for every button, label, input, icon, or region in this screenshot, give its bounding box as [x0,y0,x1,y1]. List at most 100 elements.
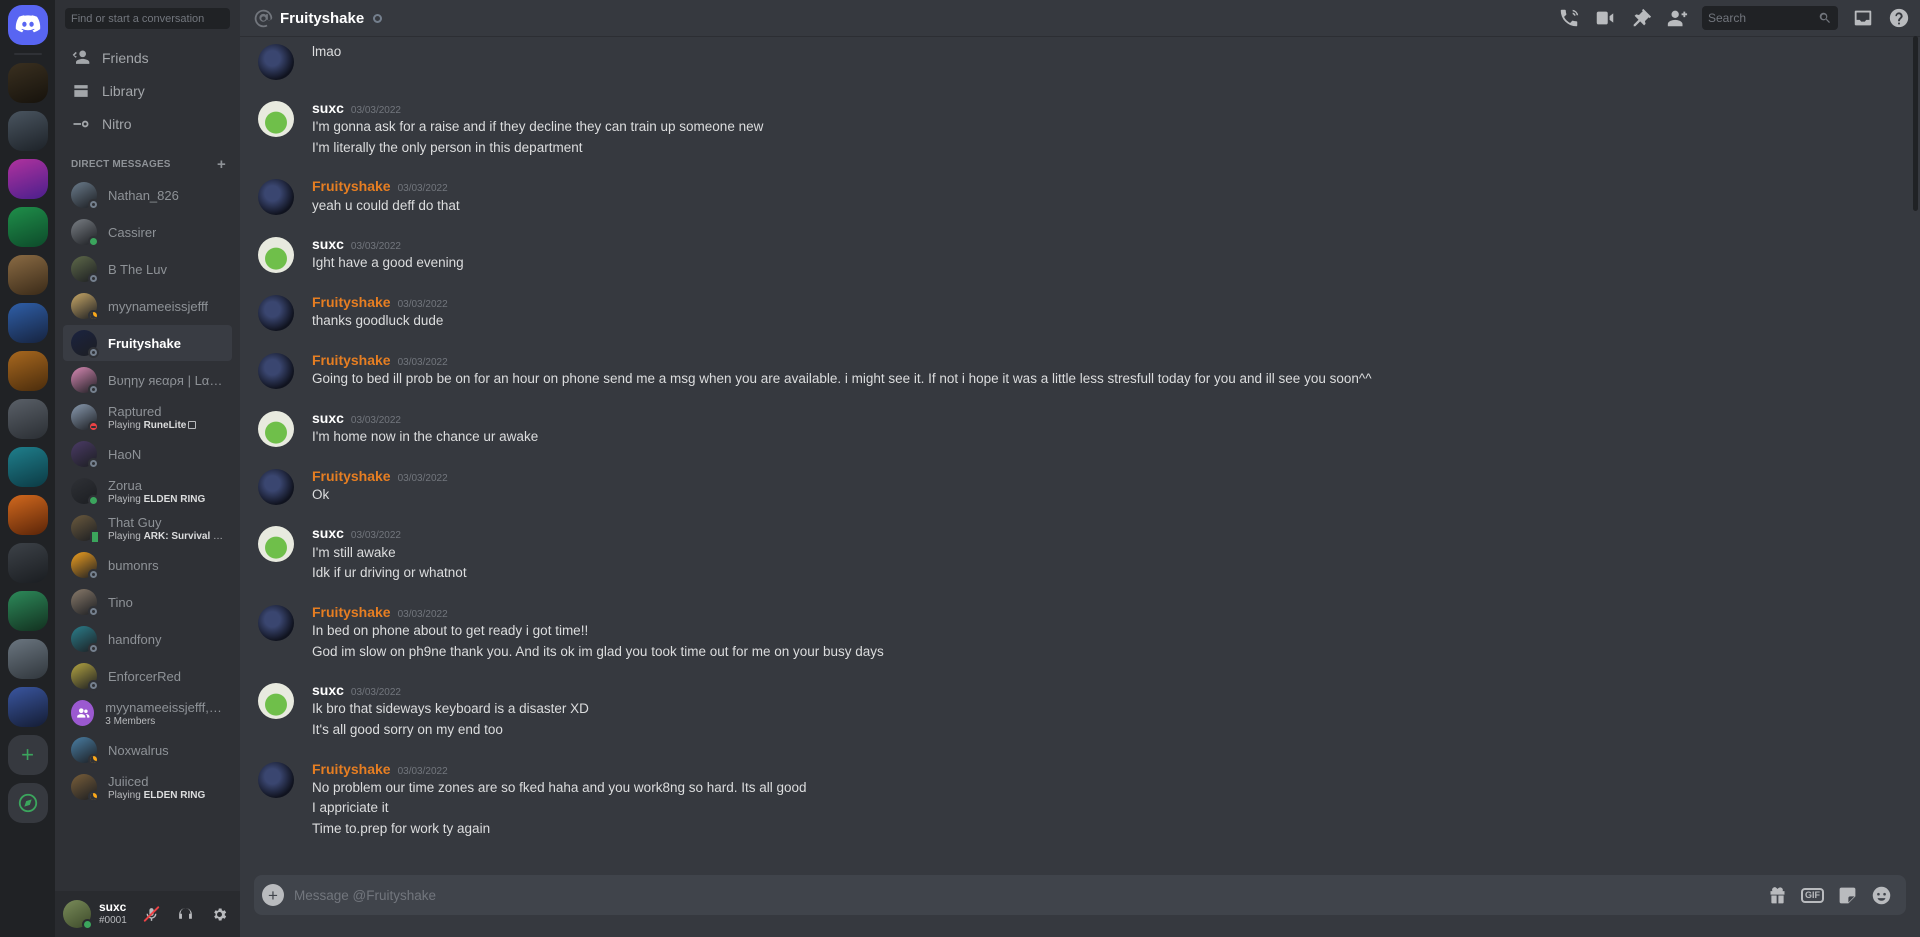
dm-list-scroll[interactable]: Friends Library Nitro DIRECT MESSAGES + … [55,36,240,891]
message-list[interactable]: lmao suxc 03/03/2022 I'm gonna ask for a ra… [240,36,1920,875]
message-author[interactable]: Fruityshake [312,603,391,621]
message-text: Ok [312,486,330,502]
message-author[interactable]: suxc [312,235,344,253]
message-author[interactable]: Fruityshake [312,467,391,485]
server-icon-portrait[interactable] [7,111,48,151]
message-author[interactable]: suxc [312,681,344,699]
dm-list-item[interactable]: Fruityshake [63,325,232,361]
dm-list-item[interactable]: EnforcerRed [63,658,232,694]
start-voice-call-button[interactable] [1558,7,1580,29]
dm-list-item[interactable]: B The Luv [63,251,232,287]
server-icon-blue[interactable] [7,303,48,343]
dm-list-item[interactable]: That GuyPlaying ARK: Survival Evolved [63,510,232,546]
dm-list-item[interactable]: Bυηηy яєαρя | Lαηɗ ɑ... [63,362,232,398]
server-icon-scene[interactable] [7,639,48,679]
server-icon-w[interactable] [7,159,48,199]
server-icon-fortnite[interactable] [7,687,48,727]
message-avatar[interactable] [258,101,294,137]
message-avatar[interactable] [258,352,294,389]
sidebar-item-nitro[interactable]: Nitro [63,108,232,140]
dm-list-item[interactable]: myynameeissjefff, bu...3 Members [63,695,232,731]
search-box[interactable] [1702,6,1838,30]
message-body: Fruityshake 03/03/2022 thanks goodluck dud… [312,293,1872,332]
sidebar-item-friends[interactable]: Friends [63,42,232,74]
current-user-avatar[interactable] [63,900,93,930]
server-icon-world[interactable] [7,351,48,391]
dm-list-item[interactable]: Cassirer [63,214,232,250]
server-icon-monkey[interactable] [7,255,48,295]
dm-list-item[interactable]: Zorua Playing ELDEN RING [63,473,232,509]
server-icon-pet[interactable] [7,207,48,247]
channel-header: Fruityshake [240,0,1920,36]
message-body: suxc 03/03/2022 Ik bro that sideways keybo… [312,681,1872,740]
message-composer[interactable]: + GIF [254,875,1906,915]
dm-name: Zorua [108,477,142,493]
emoji-button[interactable] [1871,885,1892,906]
message-author[interactable]: suxc [312,99,344,117]
dm-list-item[interactable]: Nathan_826 [63,177,232,213]
server-icon-gray[interactable] [7,399,48,439]
message-text: thanks goodluck dude [312,313,444,329]
message-author[interactable]: Fruityshake [312,293,391,311]
server-icon-knight[interactable] [7,63,48,103]
message-avatar[interactable] [258,295,294,332]
inbox-button[interactable] [1852,7,1874,29]
server-icon-teal[interactable] [7,447,48,487]
message-input[interactable] [294,887,1757,903]
sticker-button[interactable] [1837,885,1858,906]
search-input[interactable] [1708,11,1818,25]
discord-logo-icon [15,15,40,33]
dm-list-item[interactable]: handfony [63,621,232,657]
dm-avatar [71,293,99,321]
message-avatar[interactable] [258,761,294,798]
pinned-messages-button[interactable] [1630,7,1652,29]
message-avatar-column [240,681,312,740]
add-server-button[interactable]: + [7,735,48,775]
message-header: Fruityshake 03/03/2022 [312,293,1872,311]
message-avatar[interactable] [258,468,294,505]
start-video-call-button[interactable] [1594,7,1616,29]
current-user-status [82,919,93,930]
current-user-info: suxc #0001 [99,901,130,927]
dm-list-item[interactable]: HaoN [63,436,232,472]
message-scrollbar[interactable] [1913,36,1918,211]
message-author[interactable]: suxc [312,409,344,427]
dm-list-item[interactable]: bumonrs [63,547,232,583]
status-indicator-offline [88,458,99,469]
server-icon-orange[interactable] [7,495,48,535]
explore-servers-button[interactable] [7,783,48,823]
attach-file-button[interactable]: + [262,884,284,906]
dm-list-item[interactable]: Raptured Playing RuneLite [63,399,232,435]
message-avatar[interactable] [258,604,294,641]
dm-list-item[interactable]: Juiiced Playing ELDEN RING [63,769,232,805]
gif-button[interactable]: GIF [1801,887,1824,903]
message-avatar[interactable] [258,410,294,447]
dm-list-item[interactable]: Tino [63,584,232,620]
message-avatar[interactable] [258,237,294,274]
message-author[interactable]: suxc [312,524,344,542]
user-settings-button[interactable] [206,901,232,927]
mute-microphone-button[interactable] [138,901,164,927]
home-button[interactable] [7,5,48,45]
dm-list-item[interactable]: Noxwalrus [63,732,232,768]
dm-text: Fruityshake [108,336,181,351]
dm-list-item[interactable]: myynameeissjefff [63,288,232,324]
dm-name: EnforcerRed [108,668,181,684]
sidebar-item-library[interactable]: Library [63,75,232,107]
dm-text: EnforcerRed [108,669,181,684]
conversation-search-input[interactable] [65,8,230,29]
add-friends-button[interactable] [1666,7,1688,29]
message-avatar[interactable] [258,526,294,563]
server-icon-chart[interactable] [7,591,48,631]
gift-button[interactable] [1767,885,1788,906]
create-dm-button[interactable]: + [217,157,232,172]
message-author[interactable]: Fruityshake [312,760,391,778]
message-avatar[interactable] [258,44,294,80]
help-button[interactable] [1888,7,1910,29]
server-icon-dark[interactable] [7,543,48,583]
deafen-button[interactable] [172,901,198,927]
message-author[interactable]: Fruityshake [312,351,391,369]
message-avatar[interactable] [258,683,294,720]
message-author[interactable]: Fruityshake [312,177,391,195]
message-avatar[interactable] [258,179,294,216]
